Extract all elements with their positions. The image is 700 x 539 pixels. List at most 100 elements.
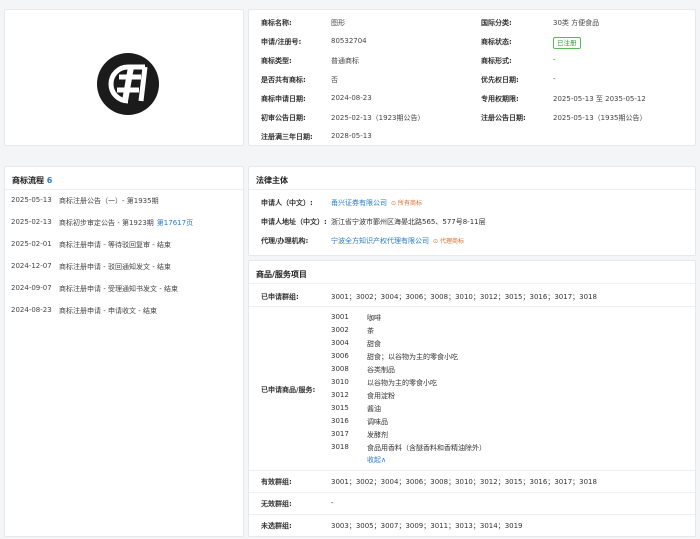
- flow-page-link[interactable]: 第17617页: [157, 218, 193, 230]
- value-shared: 否: [331, 76, 338, 84]
- value-prelim-date[interactable]: 2025-02-13（1923期公告）: [331, 113, 481, 127]
- goods-code: 3018: [331, 443, 349, 451]
- invalid-groups-row: 无效群组: -: [261, 499, 691, 509]
- info-row: 申请/注册号: 80532704 商标状态: 已注册: [261, 37, 691, 51]
- applied-items-label-row: 已申请商品/服务:: [261, 385, 691, 395]
- label-reg-date: 注册公告日期:: [481, 114, 526, 122]
- flow-date: 2024-08-23: [11, 306, 52, 314]
- agent-label: 代理/办理机构:: [261, 237, 309, 245]
- goods-code: 3015: [331, 404, 349, 412]
- applied-groups-label: 已申请群组:: [261, 293, 299, 301]
- agent-tag[interactable]: ⊙ 代理商标: [433, 236, 464, 248]
- label-reg-no: 申请/注册号:: [261, 38, 302, 46]
- applicant-tag[interactable]: ⊙ 所有商标: [391, 198, 422, 210]
- flow-title: 商标流程 6: [12, 175, 52, 186]
- flow-text: 商标初步审定公告 - 第1923期: [59, 219, 154, 227]
- status-badge: 已注册: [553, 37, 581, 49]
- value-form: -: [553, 56, 556, 64]
- legal-title: 法律主体: [256, 176, 288, 185]
- flow-text: 商标注册申请 - 申请收文 - 结束: [59, 307, 157, 315]
- goods-item: 3018 食品用香料（含醚香料和香精油除外）: [331, 443, 486, 455]
- goods-code: 3008: [331, 365, 349, 373]
- goods-name: 调味品: [367, 418, 388, 426]
- value-three-year: 2028-05-13: [331, 132, 372, 140]
- goods-item: 3016 调味品: [331, 417, 388, 429]
- goods-item: 3006 甜食；以谷物为主的零食小吃: [331, 352, 458, 364]
- agent-tag-text: 代理商标: [439, 238, 464, 245]
- goods-item: 3002 茶: [331, 326, 374, 338]
- goods-title: 商品/服务项目: [256, 270, 307, 279]
- label-apply-date: 商标申请日期:: [261, 95, 306, 103]
- value-term: 2025-05-13 至 2035-05-12: [553, 95, 646, 103]
- trademark-info-panel: 商标名称: 图形 国际分类: 30类 方便食品 申请/注册号: 80532704…: [248, 9, 696, 146]
- invalid-groups-label: 无效群组:: [261, 500, 292, 508]
- info-row: 商标名称: 图形 国际分类: 30类 方便食品: [261, 18, 691, 32]
- goods-name: 甜食；以谷物为主的零食小吃: [367, 353, 458, 361]
- goods-code: 3002: [331, 326, 349, 334]
- goods-item: 3004 甜食: [331, 339, 381, 351]
- label-prelim-date: 初审公告日期:: [261, 114, 306, 122]
- value-reg-date: 2025-05-13（1935期公告）: [553, 114, 647, 122]
- applied-groups-row: 已申请群组: 3001；3002；3004；3006；3008；3010；301…: [261, 292, 691, 302]
- goods-name: 酱油: [367, 405, 381, 413]
- divider: [5, 189, 243, 190]
- address-row: 申请人地址（中文）: 浙江省宁波市鄞州区海晏北路565、577号8-11层: [261, 217, 486, 229]
- label-status: 商标状态:: [481, 38, 512, 46]
- goods-name: 发酵剂: [367, 431, 388, 439]
- label-form: 商标形式:: [481, 57, 512, 65]
- flow-text: 商标注册申请 - 驳回通知发文 - 结束: [59, 263, 171, 271]
- goods-name: 咖啡: [367, 314, 381, 322]
- goods-item: 3010 以谷物为主的零食小吃: [331, 378, 437, 390]
- goods-code: 3012: [331, 391, 349, 399]
- flow-count: 6: [46, 176, 53, 185]
- agent-link[interactable]: 宁波全方知识产权代理有限公司: [331, 236, 429, 248]
- collapse-link[interactable]: 收起∧: [367, 455, 386, 467]
- applicant-row: 申请人（中文）: 甬兴证券有限公司 ⊙ 所有商标: [261, 198, 422, 210]
- flow-text: 商标注册申请 - 受理通知书发文 - 结束: [59, 285, 178, 293]
- valid-groups-label: 有效群组:: [261, 478, 292, 486]
- value-class: 30类 方便食品: [553, 19, 600, 27]
- goods-name: 甜食: [367, 340, 381, 348]
- goods-services-panel: 商品/服务项目 已申请群组: 3001；3002；3004；3006；3008；…: [248, 260, 696, 537]
- value-apply-date: 2024-08-23: [331, 94, 372, 102]
- value-type: 普通商标: [331, 57, 359, 65]
- unselected-groups-label: 未选群组:: [261, 522, 292, 530]
- applied-groups-value: 3001；3002；3004；3006；3008；3010；3012；3015；…: [331, 293, 597, 301]
- agent-row: 代理/办理机构: 宁波全方知识产权代理有限公司 ⊙ 代理商标: [261, 236, 464, 248]
- label-name: 商标名称:: [261, 19, 292, 27]
- goods-code: 3001: [331, 313, 349, 321]
- applicant-link[interactable]: 甬兴证券有限公司: [331, 198, 387, 210]
- flow-date: 2025-02-13: [11, 218, 52, 226]
- unselected-groups-row: 未选群组: 3003；3005；3007；3009；3011；3013；3014…: [261, 521, 691, 531]
- label-type: 商标类型:: [261, 57, 292, 65]
- divider: [249, 492, 695, 493]
- divider: [249, 306, 695, 307]
- address-value: 浙江省宁波市鄞州区海晏北路565、577号8-11层: [331, 218, 486, 226]
- goods-item: 3008 谷类制品: [331, 365, 395, 377]
- divider: [249, 189, 695, 190]
- applicant-label: 申请人（中文）:: [261, 199, 313, 207]
- goods-item: 3012 食用淀粉: [331, 391, 395, 403]
- trademark-logo-graphic: [108, 64, 148, 104]
- flow-date: 2024-12-07: [11, 262, 52, 270]
- flow-title-text: 商标流程: [12, 176, 44, 185]
- flow-item: 2025-02-13 商标初步审定公告 - 第1923期 第17617页: [11, 218, 239, 230]
- invalid-groups-value: -: [331, 499, 334, 507]
- label-shared: 是否共有商标:: [261, 76, 306, 84]
- goods-code: 3010: [331, 378, 349, 386]
- goods-item: 3017 发酵剂: [331, 430, 388, 442]
- label-three-year: 注册满三年日期:: [261, 133, 313, 141]
- flow-date: 2025-02-01: [11, 240, 52, 248]
- goods-code: 3004: [331, 339, 349, 347]
- flow-item: 2024-09-07 商标注册申请 - 受理通知书发文 - 结束: [11, 284, 239, 296]
- applied-items-label: 已申请商品/服务:: [261, 386, 316, 394]
- goods-name: 食品用香料（含醚香料和香精油除外）: [367, 444, 486, 452]
- flow-text: 商标注册申请 - 等待驳回复审 - 结束: [59, 241, 171, 249]
- collapse-row: 收起∧: [331, 455, 386, 467]
- valid-groups-value: 3001；3002；3004；3006；3008；3010；3012；3015；…: [331, 478, 597, 486]
- trademark-logo: [97, 53, 159, 115]
- valid-groups-row: 有效群组: 3001；3002；3004；3006；3008；3010；3012…: [261, 477, 691, 487]
- flow-item: 2025-05-13 商标注册公告（一）- 第1935期: [11, 196, 239, 208]
- value-priority: -: [553, 75, 556, 83]
- divider: [249, 514, 695, 515]
